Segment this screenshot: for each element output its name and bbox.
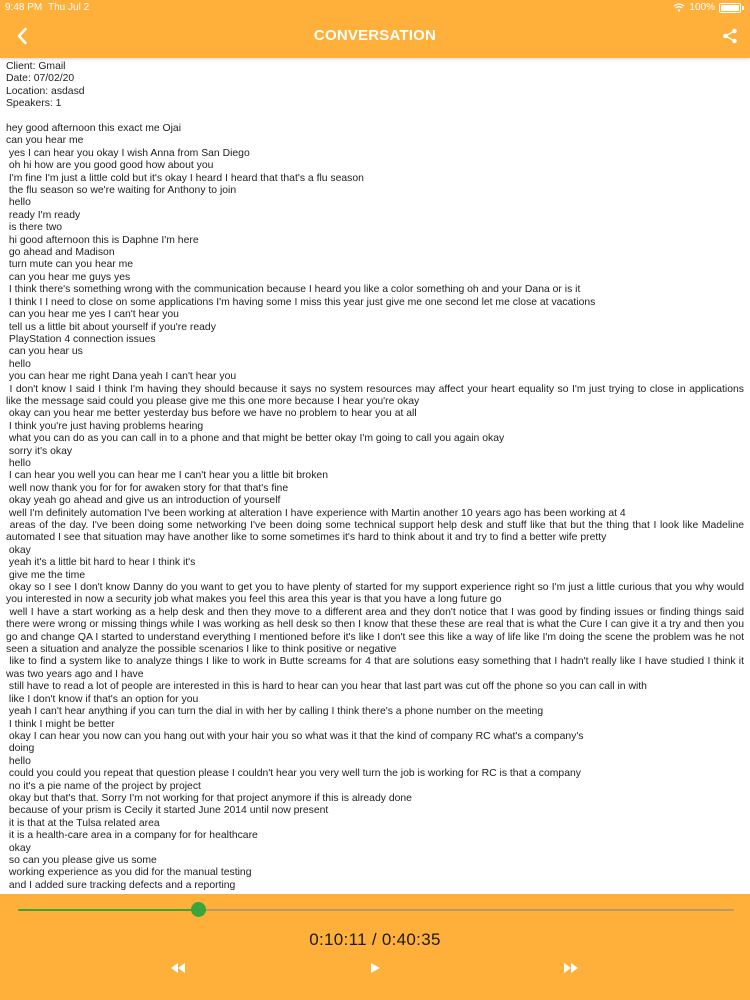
play-button[interactable]	[363, 960, 387, 976]
transcript-line: yeah I can't hear anything if you can tu…	[6, 706, 544, 718]
status-time: 9:48 PM	[5, 2, 43, 13]
progress-fill	[18, 909, 198, 911]
transcript-line: could you could you repeat that question…	[6, 768, 581, 780]
transcript-line: tell us a little bit about yourself if y…	[6, 321, 216, 333]
transcript-line: turn mute can you hear me	[6, 259, 134, 271]
transcript-line: okay	[6, 842, 31, 854]
playback-timecode: 0:10:11 / 0:40:35	[309, 930, 441, 949]
transcript-line: I'm fine I'm just a little cold but it's…	[6, 172, 364, 184]
transcript-line: go ahead and Madison	[6, 247, 115, 259]
transcript-line: oh hi how are you good good how about yo…	[6, 160, 214, 172]
transcript-line: hello	[6, 197, 31, 209]
page-title: CONVERSATION	[313, 27, 437, 44]
transcript-view[interactable]: Client: Gmail Date: 07/02/20 Location: a…	[6, 61, 744, 894]
transcript-line: can you hear me	[6, 135, 84, 147]
rewind-icon	[171, 963, 185, 973]
transcript-line: so can you please give us some	[6, 854, 157, 866]
transcript-line: can you hear me yes I can't hear you	[6, 309, 179, 321]
transcript-line: I think there's something wrong with the…	[6, 284, 581, 296]
transcript-line: I don't know I said I think I'm having t…	[6, 383, 744, 407]
transcript-line: ready I'm ready	[6, 209, 81, 221]
transcript-line: doing	[6, 743, 35, 755]
transcript-line: okay yeah go ahead and give us an introd…	[6, 495, 281, 507]
battery-tip	[742, 5, 744, 10]
transcript-line: well now thank you for for for awaken st…	[6, 482, 289, 494]
meta-client: Client: Gmail	[6, 61, 66, 72]
transcript-line: is there two	[6, 222, 63, 234]
status-date: Thu Jul 2	[48, 2, 90, 13]
transcript-line: give me the time	[6, 569, 86, 581]
status-right: 100%	[673, 2, 744, 13]
transcript-line: yes I can hear you okay I wish Anna from…	[6, 147, 250, 159]
transcript-line: like I don't know if that's an option fo…	[6, 693, 199, 705]
transcript-line: no it's a pie name of the project by pro…	[6, 780, 201, 792]
share-icon	[723, 28, 737, 44]
audio-player: 0:10:11 / 0:40:35	[0, 894, 750, 1000]
transcript-line: working experience as you did for the ma…	[6, 867, 252, 879]
transcript-line: the flu season so we're waiting for Anth…	[6, 185, 237, 197]
transcript-line: okay but that's that. Sorry I'm not work…	[6, 792, 412, 804]
transcript-line: okay	[6, 544, 31, 556]
transcript-line: well I have a start working as a help de…	[6, 606, 744, 656]
transcript-line: I can hear you well you can hear me I ca…	[6, 470, 328, 482]
transcript-line: hey good afternoon this exact me Ojai	[6, 123, 182, 135]
transcript-line: I think I might be better	[6, 718, 115, 730]
transcript-line: and I added sure tracking defects and a …	[6, 879, 236, 891]
transcript-line: hello	[6, 457, 31, 469]
transcript-line: hello	[6, 755, 31, 767]
transcript-line: can you hear me guys yes	[6, 271, 131, 283]
transcript-line: hello	[6, 358, 31, 370]
transcript-line: it is a health-care area in a company fo…	[6, 830, 258, 842]
progress-thumb[interactable]	[190, 902, 206, 917]
fast-forward-icon	[564, 963, 578, 973]
transcript-line: okay I can hear you now can you hang out…	[6, 730, 584, 742]
transcript-line: can you hear us	[6, 346, 83, 358]
battery-percent: 100%	[689, 2, 715, 13]
conversation-meta: Client: Gmail Date: 07/02/20 Location: a…	[6, 61, 744, 111]
meta-location: Location: asdasd	[6, 85, 85, 97]
battery-icon	[719, 2, 741, 13]
transcript-line: I think I I need to close on some applic…	[6, 296, 596, 308]
status-bar: 9:48 PM Thu Jul 2 100%	[0, 0, 750, 15]
wifi-icon	[673, 3, 685, 12]
header-bar: 9:48 PM Thu Jul 2 100% CONVERSATION	[0, 0, 750, 58]
meta-spacer	[6, 111, 744, 123]
play-icon	[370, 963, 380, 973]
transcript-line: PlayStation 4 connection issues	[6, 333, 156, 345]
transcript-line: yeah it's a little bit hard to hear I th…	[6, 557, 196, 569]
transcript-line: what you can do as you can call in to a …	[6, 433, 505, 445]
transcript-line: like to find a system like to analyze th…	[6, 656, 744, 680]
transcript-line: okay can you hear me better yesterday bu…	[6, 408, 417, 420]
transcript-line: still have to read a lot of people are i…	[6, 681, 647, 693]
share-button[interactable]	[718, 24, 742, 48]
meta-speakers: Speakers: 1	[6, 98, 62, 110]
progress-slider[interactable]	[18, 902, 734, 917]
transcript-line: it is that at the Tulsa related area	[6, 817, 160, 829]
transcript-line: well I'm definitely automation I've been…	[6, 507, 626, 519]
rewind-button[interactable]	[166, 960, 190, 976]
transcript-line: I think you're just having problems hear…	[6, 420, 204, 432]
transcript-line: areas of the day. I've been doing some n…	[6, 520, 744, 544]
transcript-line: okay so I see I don't know Danny do you …	[6, 582, 744, 606]
meta-date: Date: 07/02/20	[6, 73, 75, 85]
transcript-line: you can hear me right Dana yeah I can't …	[6, 371, 237, 383]
fast-forward-button[interactable]	[559, 960, 583, 976]
transcript-line: hi good afternoon this is Daphne I'm her…	[6, 234, 199, 246]
transcript-line: sorry it's okay	[6, 445, 73, 457]
transcript-line: because of your prism is Cecily it start…	[6, 805, 329, 817]
transcript-text: hey good afternoon this exact me Ojai can…	[6, 123, 744, 892]
